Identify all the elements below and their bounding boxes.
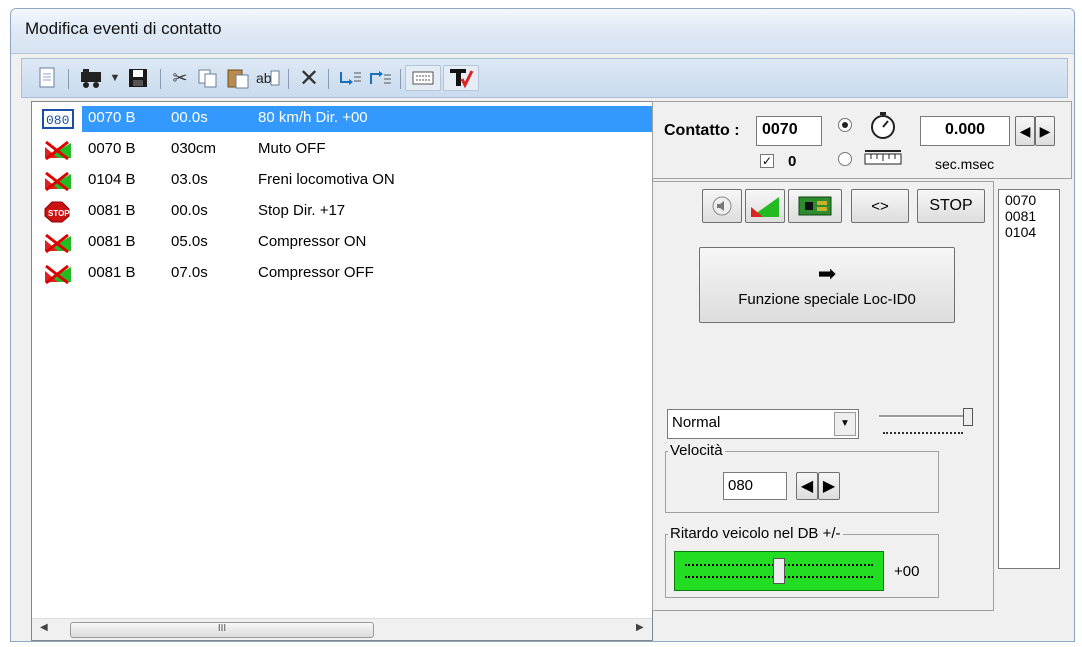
timer-decrement-arrow[interactable]: ◀ bbox=[1015, 116, 1035, 146]
paste-icon[interactable] bbox=[224, 65, 252, 91]
event-address: 0070 B bbox=[88, 140, 136, 157]
stopwatch-icon bbox=[868, 110, 898, 143]
copy-icon[interactable] bbox=[196, 65, 220, 91]
event-time: 05.0s bbox=[171, 233, 208, 250]
event-address: 0070 B bbox=[88, 109, 136, 126]
event-description: 80 km/h Dir. +00 bbox=[258, 109, 368, 126]
event-description: Compressor ON bbox=[258, 233, 367, 250]
svg-text:ab: ab bbox=[256, 70, 272, 86]
new-document-icon[interactable] bbox=[36, 65, 58, 91]
function-icon bbox=[42, 139, 74, 161]
list-item[interactable]: 0104 B 03.0s Freni locomotiva ON bbox=[32, 166, 652, 196]
checkbox-label: 0 bbox=[788, 153, 797, 170]
radio-distance[interactable] bbox=[838, 152, 852, 166]
move-up-icon[interactable] bbox=[366, 65, 394, 91]
event-time: 07.0s bbox=[171, 264, 208, 281]
list-item[interactable]: 0070 B 030cm Muto OFF bbox=[32, 135, 652, 165]
chevron-down-icon[interactable]: ▼ bbox=[834, 412, 856, 436]
contact-group: Contatto : 0070 ✓ 0 0.000 ◀ ▶ sec.msec bbox=[652, 101, 1072, 179]
cut-icon[interactable]: ✂ bbox=[168, 65, 192, 91]
horizontal-scrollbar[interactable]: ◀ III ▶ bbox=[32, 618, 652, 640]
stop-sign-icon: STOP bbox=[42, 201, 74, 223]
right-panel: Contatto : 0070 ✓ 0 0.000 ◀ ▶ sec.msec <… bbox=[652, 101, 1074, 611]
function-button[interactable] bbox=[745, 189, 785, 223]
list-item[interactable]: 0081 B 07.0s Compressor OFF bbox=[32, 259, 652, 289]
event-address: 0104 B bbox=[88, 171, 136, 188]
special-function-button[interactable]: ➡ Funzione speciale Loc-ID0 bbox=[699, 247, 955, 323]
event-description: Stop Dir. +17 bbox=[258, 202, 346, 219]
speed-080-icon: 080 bbox=[42, 108, 74, 130]
svg-text:080: 080 bbox=[46, 113, 69, 128]
locomotive-icon[interactable] bbox=[77, 65, 107, 91]
scroll-left-arrow[interactable]: ◀ bbox=[40, 622, 48, 633]
speed-label: Velocità bbox=[668, 442, 725, 459]
decoder-button[interactable] bbox=[788, 189, 842, 223]
address-list[interactable]: 0070 0081 0104 bbox=[998, 189, 1060, 569]
sound-button[interactable] bbox=[702, 189, 742, 223]
function-icon bbox=[751, 197, 779, 217]
timer-input[interactable]: 0.000 bbox=[920, 116, 1010, 146]
dropdown-arrow-icon[interactable]: ▼ bbox=[108, 65, 122, 91]
window-title: Modifica eventi di contatto bbox=[11, 9, 1074, 54]
event-description: Muto OFF bbox=[258, 140, 326, 157]
list-item[interactable]: 0081 bbox=[1005, 208, 1059, 224]
contact-label: Contatto : bbox=[664, 122, 740, 139]
svg-text:STOP: STOP bbox=[48, 209, 70, 218]
function-icon bbox=[42, 263, 74, 285]
speed-input[interactable]: 080 bbox=[723, 472, 787, 500]
arrow-right-icon: ➡ bbox=[817, 260, 837, 286]
event-list[interactable]: 080 0070 B 00.0s 80 km/h Dir. +00 0070 B… bbox=[31, 101, 653, 641]
stop-button[interactable]: STOP bbox=[917, 189, 985, 223]
keyboard-icon[interactable] bbox=[405, 65, 441, 91]
move-down-icon[interactable] bbox=[336, 65, 364, 91]
timer-unit-label: sec.msec bbox=[935, 156, 995, 172]
app-window: Modifica eventi di contatto ▼ ✂ ab ✕ 080… bbox=[10, 8, 1075, 642]
scroll-right-arrow[interactable]: ▶ bbox=[636, 622, 644, 633]
list-item[interactable]: 0081 B 05.0s Compressor ON bbox=[32, 228, 652, 258]
event-address: 0081 B bbox=[88, 202, 136, 219]
delay-label: Ritardo veicolo nel DB +/- bbox=[668, 525, 843, 542]
event-address: 0081 B bbox=[88, 233, 136, 250]
event-description: Compressor OFF bbox=[258, 264, 374, 281]
function-icon bbox=[42, 232, 74, 254]
text-check-icon[interactable] bbox=[443, 65, 479, 91]
event-time: 03.0s bbox=[171, 171, 208, 188]
list-item[interactable]: 0070 bbox=[1005, 192, 1059, 208]
swap-direction-button[interactable]: <> bbox=[851, 189, 909, 223]
special-function-label: Funzione speciale Loc-ID0 bbox=[738, 290, 916, 308]
delete-icon[interactable]: ✕ bbox=[296, 65, 322, 92]
event-address: 0081 B bbox=[88, 264, 136, 281]
ruler-icon bbox=[863, 148, 903, 171]
paste-special-icon[interactable]: ab bbox=[254, 65, 282, 91]
list-item[interactable]: 080 0070 B 00.0s 80 km/h Dir. +00 bbox=[32, 104, 652, 134]
event-time: 00.0s bbox=[171, 202, 208, 219]
mode-slider[interactable] bbox=[877, 408, 977, 440]
action-group: <> STOP ➡ Funzione speciale Loc-ID0 Norm… bbox=[652, 181, 994, 611]
speaker-icon bbox=[712, 196, 732, 216]
decoder-board-icon bbox=[798, 196, 832, 216]
event-time: 00.0s bbox=[171, 109, 208, 126]
function-icon bbox=[42, 170, 74, 192]
checkbox[interactable]: ✓ bbox=[760, 154, 774, 168]
mode-select-value: Normal bbox=[672, 414, 721, 431]
event-description: Freni locomotiva ON bbox=[258, 171, 395, 188]
toolbar: ▼ ✂ ab ✕ bbox=[21, 58, 1068, 98]
delay-slider[interactable] bbox=[674, 551, 884, 591]
event-time: 030cm bbox=[171, 140, 217, 157]
list-item[interactable]: STOP 0081 B 00.0s Stop Dir. +17 bbox=[32, 197, 652, 227]
delay-group: Ritardo veicolo nel DB +/- +00 bbox=[665, 525, 939, 598]
list-item[interactable]: 0104 bbox=[1005, 224, 1059, 240]
speed-decrement-arrow[interactable]: ◀ bbox=[796, 472, 818, 500]
scroll-thumb[interactable]: III bbox=[70, 622, 374, 638]
speed-group: Velocità 080 ◀ ▶ bbox=[665, 442, 939, 513]
delay-value: +00 bbox=[894, 563, 920, 580]
mode-select[interactable]: Normal ▼ bbox=[667, 409, 859, 439]
contact-input[interactable]: 0070 bbox=[756, 116, 822, 146]
timer-increment-arrow[interactable]: ▶ bbox=[1035, 116, 1055, 146]
save-icon[interactable] bbox=[126, 65, 150, 91]
speed-increment-arrow[interactable]: ▶ bbox=[818, 472, 840, 500]
radio-time[interactable] bbox=[838, 118, 852, 132]
